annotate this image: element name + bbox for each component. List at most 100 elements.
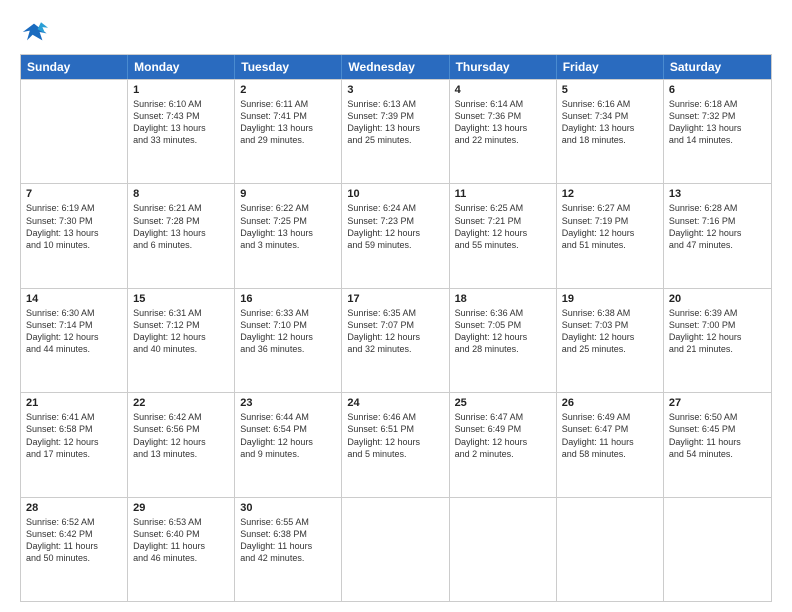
- week-row-5: 28Sunrise: 6:52 AMSunset: 6:42 PMDayligh…: [21, 497, 771, 601]
- day-cell-14: 14Sunrise: 6:30 AMSunset: 7:14 PMDayligh…: [21, 289, 128, 392]
- cell-info-line: Sunset: 7:05 PM: [455, 319, 551, 331]
- cell-info-line: Sunrise: 6:41 AM: [26, 411, 122, 423]
- empty-cell: [450, 498, 557, 601]
- day-cell-9: 9Sunrise: 6:22 AMSunset: 7:25 PMDaylight…: [235, 184, 342, 287]
- calendar-body: 1Sunrise: 6:10 AMSunset: 7:43 PMDaylight…: [21, 79, 771, 601]
- day-number: 19: [562, 293, 658, 305]
- cell-info-line: Sunset: 6:56 PM: [133, 423, 229, 435]
- day-number: 12: [562, 188, 658, 200]
- cell-info-line: and 50 minutes.: [26, 552, 122, 564]
- day-number: 2: [240, 84, 336, 96]
- cell-info-line: Daylight: 13 hours: [347, 122, 443, 134]
- cell-info-line: Daylight: 12 hours: [455, 227, 551, 239]
- cell-info-line: Daylight: 13 hours: [562, 122, 658, 134]
- cell-info-line: and 25 minutes.: [347, 134, 443, 146]
- cell-info-line: Daylight: 13 hours: [133, 122, 229, 134]
- cell-info-line: Sunset: 7:25 PM: [240, 215, 336, 227]
- cell-info-line: Daylight: 12 hours: [26, 436, 122, 448]
- day-cell-16: 16Sunrise: 6:33 AMSunset: 7:10 PMDayligh…: [235, 289, 342, 392]
- cell-info-line: Daylight: 12 hours: [669, 331, 766, 343]
- day-cell-24: 24Sunrise: 6:46 AMSunset: 6:51 PMDayligh…: [342, 393, 449, 496]
- cell-info-line: and 47 minutes.: [669, 239, 766, 251]
- cell-info-line: and 36 minutes.: [240, 343, 336, 355]
- week-row-1: 1Sunrise: 6:10 AMSunset: 7:43 PMDaylight…: [21, 79, 771, 183]
- day-cell-21: 21Sunrise: 6:41 AMSunset: 6:58 PMDayligh…: [21, 393, 128, 496]
- cell-info-line: Daylight: 12 hours: [133, 436, 229, 448]
- day-number: 11: [455, 188, 551, 200]
- cell-info-line: Sunrise: 6:53 AM: [133, 516, 229, 528]
- cell-info-line: Sunrise: 6:10 AM: [133, 98, 229, 110]
- cell-info-line: Daylight: 13 hours: [133, 227, 229, 239]
- cell-info-line: Daylight: 12 hours: [133, 331, 229, 343]
- empty-cell: [664, 498, 771, 601]
- day-cell-23: 23Sunrise: 6:44 AMSunset: 6:54 PMDayligh…: [235, 393, 342, 496]
- cell-info-line: Sunrise: 6:31 AM: [133, 307, 229, 319]
- cell-info-line: Sunset: 6:45 PM: [669, 423, 766, 435]
- cell-info-line: Sunrise: 6:24 AM: [347, 202, 443, 214]
- cell-info-line: Sunrise: 6:52 AM: [26, 516, 122, 528]
- cell-info-line: and 33 minutes.: [133, 134, 229, 146]
- day-number: 14: [26, 293, 122, 305]
- cell-info-line: and 17 minutes.: [26, 448, 122, 460]
- day-number: 20: [669, 293, 766, 305]
- day-cell-3: 3Sunrise: 6:13 AMSunset: 7:39 PMDaylight…: [342, 80, 449, 183]
- cell-info-line: Sunrise: 6:19 AM: [26, 202, 122, 214]
- cell-info-line: Daylight: 12 hours: [562, 331, 658, 343]
- cell-info-line: Sunrise: 6:39 AM: [669, 307, 766, 319]
- cell-info-line: Sunrise: 6:13 AM: [347, 98, 443, 110]
- cell-info-line: Sunrise: 6:18 AM: [669, 98, 766, 110]
- cell-info-line: Sunset: 7:36 PM: [455, 110, 551, 122]
- cell-info-line: Sunrise: 6:50 AM: [669, 411, 766, 423]
- cell-info-line: Daylight: 12 hours: [347, 331, 443, 343]
- calendar: SundayMondayTuesdayWednesdayThursdayFrid…: [20, 54, 772, 602]
- cell-info-line: Sunrise: 6:55 AM: [240, 516, 336, 528]
- weekday-header-sunday: Sunday: [21, 55, 128, 79]
- day-number: 6: [669, 84, 766, 96]
- cell-info-line: Sunset: 7:07 PM: [347, 319, 443, 331]
- cell-info-line: Sunrise: 6:36 AM: [455, 307, 551, 319]
- day-cell-2: 2Sunrise: 6:11 AMSunset: 7:41 PMDaylight…: [235, 80, 342, 183]
- cell-info-line: Sunset: 7:34 PM: [562, 110, 658, 122]
- day-cell-1: 1Sunrise: 6:10 AMSunset: 7:43 PMDaylight…: [128, 80, 235, 183]
- cell-info-line: Sunrise: 6:38 AM: [562, 307, 658, 319]
- cell-info-line: Sunset: 7:19 PM: [562, 215, 658, 227]
- cell-info-line: and 51 minutes.: [562, 239, 658, 251]
- day-cell-8: 8Sunrise: 6:21 AMSunset: 7:28 PMDaylight…: [128, 184, 235, 287]
- day-number: 17: [347, 293, 443, 305]
- day-cell-13: 13Sunrise: 6:28 AMSunset: 7:16 PMDayligh…: [664, 184, 771, 287]
- cell-info-line: Sunrise: 6:42 AM: [133, 411, 229, 423]
- cell-info-line: Sunrise: 6:28 AM: [669, 202, 766, 214]
- day-number: 29: [133, 502, 229, 514]
- cell-info-line: Daylight: 12 hours: [562, 227, 658, 239]
- day-cell-22: 22Sunrise: 6:42 AMSunset: 6:56 PMDayligh…: [128, 393, 235, 496]
- cell-info-line: Sunrise: 6:16 AM: [562, 98, 658, 110]
- day-cell-12: 12Sunrise: 6:27 AMSunset: 7:19 PMDayligh…: [557, 184, 664, 287]
- page-header: [20, 18, 772, 46]
- cell-info-line: and 32 minutes.: [347, 343, 443, 355]
- cell-info-line: Sunrise: 6:14 AM: [455, 98, 551, 110]
- logo: [20, 18, 52, 46]
- cell-info-line: Sunset: 6:40 PM: [133, 528, 229, 540]
- cell-info-line: and 10 minutes.: [26, 239, 122, 251]
- cell-info-line: Sunset: 7:10 PM: [240, 319, 336, 331]
- day-number: 9: [240, 188, 336, 200]
- day-cell-25: 25Sunrise: 6:47 AMSunset: 6:49 PMDayligh…: [450, 393, 557, 496]
- cell-info-line: Sunset: 6:47 PM: [562, 423, 658, 435]
- cell-info-line: Sunset: 7:12 PM: [133, 319, 229, 331]
- cell-info-line: Sunrise: 6:49 AM: [562, 411, 658, 423]
- cell-info-line: Sunset: 7:30 PM: [26, 215, 122, 227]
- day-number: 4: [455, 84, 551, 96]
- cell-info-line: and 5 minutes.: [347, 448, 443, 460]
- cell-info-line: Sunset: 7:28 PM: [133, 215, 229, 227]
- cell-info-line: Sunrise: 6:21 AM: [133, 202, 229, 214]
- day-number: 3: [347, 84, 443, 96]
- cell-info-line: and 44 minutes.: [26, 343, 122, 355]
- day-cell-18: 18Sunrise: 6:36 AMSunset: 7:05 PMDayligh…: [450, 289, 557, 392]
- weekday-header-monday: Monday: [128, 55, 235, 79]
- cell-info-line: Sunset: 7:32 PM: [669, 110, 766, 122]
- cell-info-line: and 28 minutes.: [455, 343, 551, 355]
- cell-info-line: and 9 minutes.: [240, 448, 336, 460]
- cell-info-line: and 54 minutes.: [669, 448, 766, 460]
- day-number: 27: [669, 397, 766, 409]
- cell-info-line: Daylight: 12 hours: [455, 331, 551, 343]
